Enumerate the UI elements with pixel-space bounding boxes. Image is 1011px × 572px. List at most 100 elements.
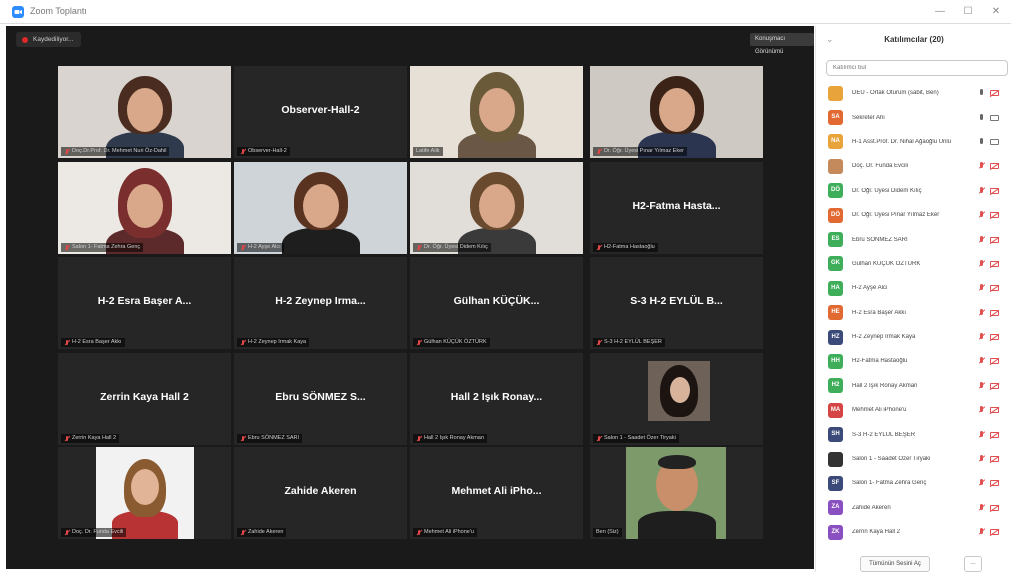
mic-muted-icon[interactable] [978, 479, 985, 487]
video-tile[interactable]: Doç.Dr.Prof. Dr. Mehmet Nuri Öz-Dahil [58, 66, 231, 158]
camera-off-icon[interactable] [990, 431, 999, 438]
camera-off-icon[interactable] [990, 529, 999, 536]
mic-muted-icon[interactable] [978, 528, 985, 536]
mic-muted-icon[interactable] [978, 503, 985, 512]
tile-name-label: H-2 Ayşe Alcı [237, 243, 284, 252]
participant-name: Gülhan KÜÇÜK ÖZTÜRK [852, 260, 921, 267]
camera-off-icon[interactable] [990, 382, 999, 389]
mic-muted-icon[interactable] [978, 235, 985, 244]
participant-row[interactable]: DÖ Dr. Öğr. Üyesi Didem Kılıç [816, 179, 1011, 203]
participant-search-input[interactable] [826, 60, 1008, 76]
mic-muted-icon[interactable] [978, 259, 985, 268]
mic-icon[interactable] [978, 113, 985, 122]
participant-row[interactable]: H2 Hall 2 Işık Ronay Akman [816, 374, 1011, 398]
participant-row[interactable]: SA Sekreter Ahi [816, 105, 1011, 129]
mic-muted-icon[interactable] [978, 186, 985, 195]
video-tile[interactable]: Zahide Akeren Zahide Akeren [234, 447, 407, 539]
participant-row[interactable]: Salon 1 - Saadet Özer Tiryaki [816, 447, 1011, 471]
participant-row[interactable]: SH S-3 H-2 EYLÜL BEŞER [816, 422, 1011, 446]
camera-off-icon[interactable] [990, 163, 999, 170]
video-tile[interactable]: Zerrin Kaya Hall 2 Zerrin Kaya Hall 2 [58, 353, 231, 445]
video-tile[interactable]: Ben (Siz) [590, 447, 763, 539]
participant-row[interactable]: DÖ Dr. Öğr. Üyesi Pınar Yılmaz Eker [816, 203, 1011, 227]
mic-muted-icon[interactable] [978, 455, 985, 463]
view-button[interactable]: Konuşmacı Görünümü [750, 33, 814, 55]
maximize-button[interactable]: ☐ [956, 4, 980, 20]
mic-muted-icon[interactable] [978, 333, 985, 341]
camera-icon[interactable] [990, 114, 999, 121]
video-tile[interactable]: S-3 H-2 EYLÜL B... S-3 H-2 EYLÜL BEŞER [590, 257, 763, 349]
participant-row[interactable]: GK Gülhan KÜÇÜK ÖZTÜRK [816, 252, 1011, 276]
participant-row[interactable]: HZ H-2 Zeynep Irmak Kaya [816, 325, 1011, 349]
participant-row[interactable]: ZA Zahide Akeren [816, 496, 1011, 520]
video-tile[interactable]: Dr. Öğr. Üyesi Pınar Yılmaz Eker [590, 66, 763, 158]
participant-avatar: ZK [828, 524, 843, 540]
mic-icon[interactable] [978, 137, 985, 146]
camera-off-icon[interactable] [990, 358, 999, 365]
video-tile[interactable]: H-2 Ayşe Alcı [234, 162, 407, 254]
video-tile[interactable]: Gülhan KÜÇÜK... Gülhan KÜÇÜK ÖZTÜRK [410, 257, 583, 349]
mic-icon[interactable] [978, 89, 985, 97]
video-tile[interactable]: Mehmet Ali iPho... Mehmet Ali iPhone'u [410, 447, 583, 539]
mic-muted-icon[interactable] [978, 211, 985, 219]
mic-muted-icon[interactable] [978, 308, 985, 317]
participant-name: Salon 1- Fatma Zehra Genç [852, 480, 927, 487]
video-tile[interactable]: Ebru SÖNMEZ S... Ebru SÖNMEZ SARI [234, 353, 407, 445]
tile-name-label: Doç.Dr.Prof. Dr. Mehmet Nuri Öz-Dahil [61, 147, 170, 156]
muted-mic-icon [596, 244, 602, 251]
participant-row[interactable]: Doç. Dr. Funda Evcili [816, 154, 1011, 178]
recording-indicator[interactable]: Kaydediliyor... [16, 32, 82, 47]
close-button[interactable]: ✕ [984, 4, 1008, 20]
tile-label-text: Gülhan KÜÇÜK ÖZTÜRK [424, 339, 487, 345]
tile-name-label: Latife Alik [413, 147, 443, 156]
video-tile[interactable]: Dr. Öğr. Üyesi Didem Kılıç [410, 162, 583, 254]
mic-muted-icon[interactable] [978, 162, 985, 170]
camera-off-icon[interactable] [990, 407, 999, 414]
video-tile[interactable]: H-2 Zeynep Irma... H-2 Zeynep Irmak Kaya [234, 257, 407, 349]
participant-row[interactable]: ES Ebru SÖNMEZ SARI [816, 227, 1011, 251]
video-tile[interactable]: Observer-Hall-2 Observer-Hall-2 [234, 66, 407, 158]
video-tile[interactable]: Hall 2 Işık Ronay... Hall 2 Işık Ronay Ak… [410, 353, 583, 445]
recording-label: Kaydediliyor... [33, 36, 74, 43]
camera-off-icon[interactable] [990, 90, 999, 97]
camera-off-icon[interactable] [990, 504, 999, 511]
participant-row[interactable]: MA Mehmet Ali iPhone'u [816, 398, 1011, 422]
camera-off-icon[interactable] [990, 456, 999, 463]
unmute-all-button[interactable]: Tümünün Sesini Aç [860, 556, 930, 572]
participant-row[interactable]: NA H-1 Asst.Prof. Dr. Nihal Ağaoğlu Ünlü [816, 130, 1011, 154]
participant-row[interactable]: ZK Zerrin Kaya Hall 2 [816, 520, 1011, 544]
video-tile[interactable]: Salon 1- Fatma Zehra Genç [58, 162, 231, 254]
participant-row[interactable]: SF Salon 1- Fatma Zehra Genç [816, 471, 1011, 495]
participant-avatar: GK [828, 256, 843, 272]
camera-off-icon[interactable] [990, 480, 999, 487]
video-tile[interactable]: H-2 Esra Başer A... H-2 Esra Başer Akkı [58, 257, 231, 349]
camera-off-icon[interactable] [990, 334, 999, 341]
camera-off-icon[interactable] [990, 309, 999, 316]
participant-row[interactable]: DEÜ - Ortak Oturum (sabit, Ben) [816, 81, 1011, 105]
participant-row[interactable]: HE H-2 Esra Başer Akkı [816, 301, 1011, 325]
camera-off-icon[interactable] [990, 285, 999, 292]
more-button[interactable]: ... [964, 556, 982, 572]
video-tile[interactable]: Doç. Dr. Funda Evcili [58, 447, 231, 539]
participant-row[interactable]: HA H-2 Ayşe Alcı [816, 276, 1011, 300]
mic-muted-icon[interactable] [978, 284, 985, 292]
tile-label-text: Ebru SÖNMEZ SARI [248, 435, 300, 441]
video-tile[interactable]: Salon 1 - Saadet Özer Tiryaki [590, 353, 763, 445]
camera-off-icon[interactable] [990, 187, 999, 194]
tile-display-name: H-2 Zeynep Irma... [275, 295, 366, 307]
video-tile[interactable]: Latife Alik [410, 66, 583, 158]
camera-icon[interactable] [990, 138, 999, 145]
participant-row[interactable]: HH H2-Fatma Hastaoğlu [816, 349, 1011, 373]
camera-off-icon[interactable] [990, 236, 999, 243]
muted-mic-icon [596, 339, 602, 346]
video-tile[interactable]: H2-Fatma Hasta... H2-Fatma Hastaoğlu [590, 162, 763, 254]
camera-off-icon[interactable] [990, 212, 999, 219]
zoom-logo-icon [12, 6, 24, 18]
mic-muted-icon[interactable] [978, 406, 985, 414]
minimize-button[interactable]: — [928, 4, 952, 20]
mic-muted-icon[interactable] [978, 430, 985, 439]
mic-muted-icon[interactable] [978, 357, 985, 365]
participant-video [58, 447, 231, 539]
mic-muted-icon[interactable] [978, 381, 985, 390]
camera-off-icon[interactable] [990, 260, 999, 267]
